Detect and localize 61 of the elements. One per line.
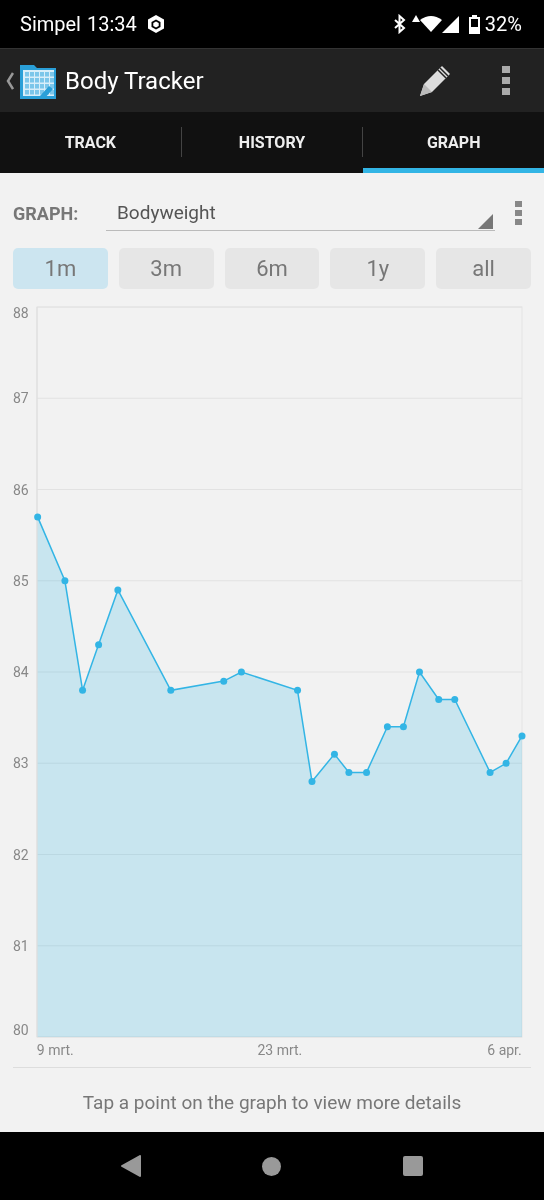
data-point[interactable] [363, 768, 371, 776]
battery-percent: 32% [484, 12, 522, 36]
home-icon[interactable] [262, 1156, 282, 1176]
data-point[interactable] [451, 695, 459, 703]
y-axis-label: 82 [13, 846, 29, 863]
data-point[interactable] [114, 586, 122, 594]
tab[interactable]: GRAPH [363, 112, 544, 173]
y-axis-label: 84 [13, 664, 29, 680]
data-point[interactable] [237, 668, 245, 676]
data-point[interactable] [383, 723, 391, 731]
data-point[interactable] [435, 695, 443, 703]
y-axis-label: 80 [13, 1022, 29, 1038]
range-button[interactable]: all [436, 248, 531, 289]
data-point[interactable] [330, 750, 338, 758]
hint-text: Tap a point on the graph to view more details [82, 1091, 462, 1114]
recents-icon[interactable] [403, 1156, 424, 1176]
data-point[interactable] [79, 686, 87, 694]
data-point[interactable] [34, 513, 42, 521]
y-axis-label: 83 [13, 755, 29, 772]
overflow-menu-icon[interactable] [515, 200, 522, 226]
x-axis-label: 23 mrt. [257, 1042, 303, 1058]
y-axis-label: 81 [13, 937, 29, 954]
pencil-icon[interactable] [418, 63, 452, 98]
range-button[interactable]: 1m [13, 248, 108, 289]
back-chevron-icon[interactable] [6, 71, 14, 90]
signal-icon [441, 15, 459, 33]
data-point[interactable] [61, 577, 69, 585]
carrier-name: Simpel [20, 12, 81, 36]
back-icon[interactable] [120, 1155, 141, 1177]
overflow-menu-icon[interactable] [502, 65, 510, 96]
data-point[interactable] [502, 759, 510, 767]
data-point[interactable] [294, 686, 302, 694]
data-arrow-icon [411, 15, 420, 23]
clock-time: 13:34 [87, 12, 137, 36]
data-point[interactable] [308, 778, 316, 785]
battery-icon [468, 14, 480, 34]
dropdown-corner-icon [478, 214, 493, 229]
range-button[interactable]: 3m [118, 248, 214, 289]
data-point[interactable] [399, 723, 407, 731]
y-axis-label: 88 [13, 305, 29, 321]
x-axis-label: 9 mrt. [36, 1042, 74, 1058]
range-button[interactable]: 6m [224, 248, 320, 289]
wifi-icon [419, 15, 442, 33]
data-point[interactable] [486, 768, 494, 776]
data-point[interactable] [416, 668, 423, 676]
range-button[interactable]: 1y [330, 248, 426, 289]
data-point[interactable] [345, 768, 353, 776]
data-point[interactable] [518, 732, 526, 740]
data-point[interactable] [95, 641, 103, 649]
tab[interactable]: HISTORY [181, 112, 363, 173]
app-title: Body Tracker [65, 66, 204, 95]
y-axis-label: 85 [13, 572, 29, 589]
x-axis-label: 6 apr. [487, 1042, 522, 1058]
y-axis-label: 86 [13, 481, 29, 498]
graph-label: GRAPH: [13, 202, 80, 224]
data-point[interactable] [167, 686, 175, 694]
graph-dropdown[interactable]: Bodyweight [106, 195, 495, 231]
bluetooth-icon [392, 14, 407, 34]
y-axis-label: 87 [13, 390, 29, 407]
data-point[interactable] [220, 677, 228, 685]
tab[interactable]: TRACK [0, 112, 181, 173]
